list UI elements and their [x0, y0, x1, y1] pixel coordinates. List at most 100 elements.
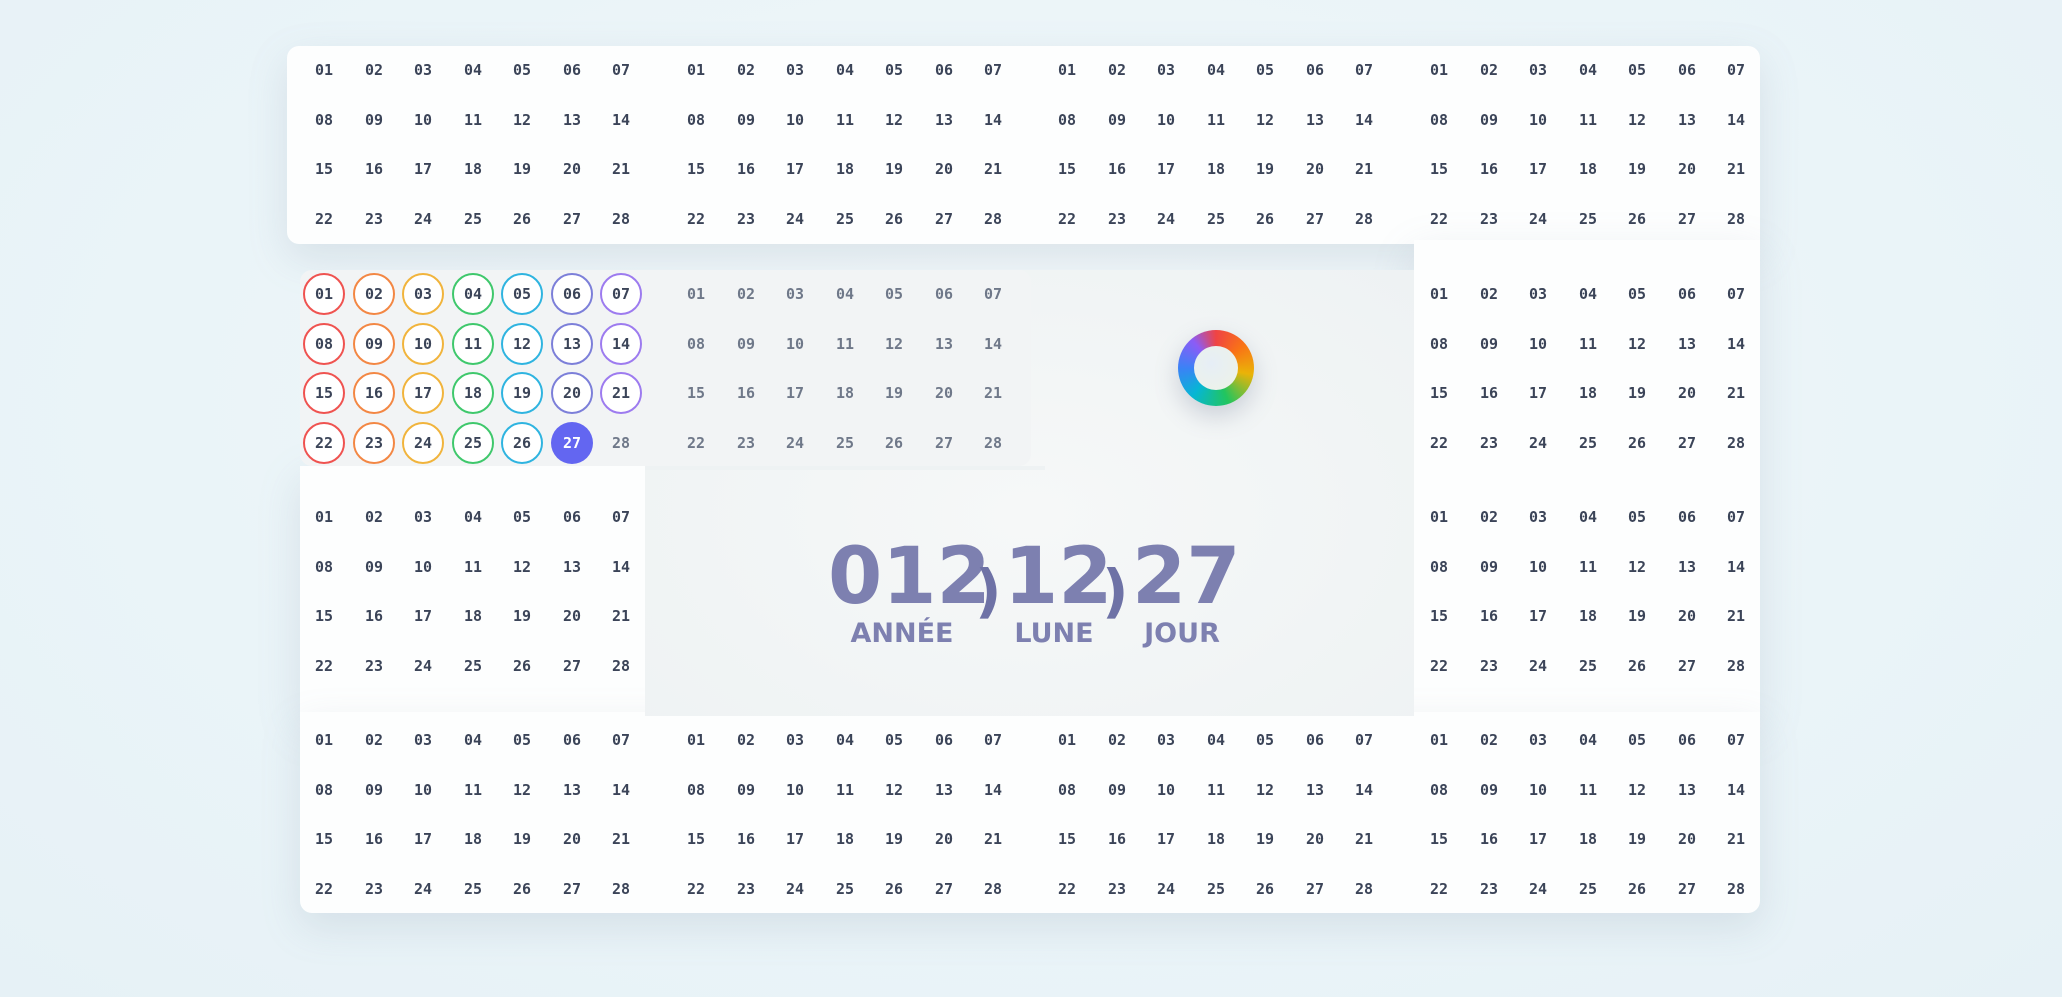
day-cell[interactable]: 08: [303, 323, 345, 365]
day-cell[interactable]: 22: [303, 422, 345, 464]
day-cell[interactable]: 24: [1145, 198, 1187, 240]
day-cell[interactable]: 17: [402, 595, 444, 637]
day-cell[interactable]: 04: [1195, 719, 1237, 761]
day-cell[interactable]: 03: [1517, 496, 1559, 538]
day-cell[interactable]: 11: [452, 99, 494, 141]
day-cell[interactable]: 14: [972, 99, 1014, 141]
day-cell[interactable]: 10: [1517, 546, 1559, 588]
day-cell[interactable]: 13: [1294, 99, 1336, 141]
day-cell[interactable]: 02: [725, 49, 767, 91]
day-cell[interactable]: 23: [1096, 198, 1138, 240]
day-cell[interactable]: 08: [675, 323, 717, 365]
day-cell[interactable]: 26: [501, 645, 543, 687]
day-cell[interactable]: 05: [1616, 273, 1658, 315]
day-cell[interactable]: 25: [1567, 645, 1609, 687]
day-cell[interactable]: 04: [1567, 496, 1609, 538]
day-cell[interactable]: 10: [774, 323, 816, 365]
day-cell[interactable]: 07: [600, 49, 642, 91]
day-cell[interactable]: 04: [452, 719, 494, 761]
day-cell[interactable]: 06: [551, 273, 593, 315]
day-cell[interactable]: 25: [452, 422, 494, 464]
day-cell[interactable]: 02: [1096, 49, 1138, 91]
day-cell[interactable]: 13: [923, 99, 965, 141]
day-cell[interactable]: 25: [1195, 868, 1237, 910]
day-cell[interactable]: 12: [1244, 769, 1286, 811]
day-cell[interactable]: 26: [873, 868, 915, 910]
day-cell[interactable]: 17: [402, 372, 444, 414]
day-cell[interactable]: 10: [402, 323, 444, 365]
day-cell[interactable]: 21: [1715, 818, 1757, 860]
day-cell[interactable]: 01: [1046, 719, 1088, 761]
day-cell[interactable]: 14: [972, 323, 1014, 365]
day-cell[interactable]: 17: [1517, 372, 1559, 414]
day-cell[interactable]: 22: [303, 645, 345, 687]
rainbow-ring-button[interactable]: [1178, 330, 1254, 406]
day-cell[interactable]: 28: [1715, 422, 1757, 464]
day-cell[interactable]: 15: [1046, 148, 1088, 190]
day-cell[interactable]: 02: [725, 719, 767, 761]
day-cell[interactable]: 26: [1244, 868, 1286, 910]
day-cell[interactable]: 03: [402, 719, 444, 761]
day-cell[interactable]: 23: [353, 868, 395, 910]
day-cell[interactable]: 01: [303, 719, 345, 761]
day-cell[interactable]: 05: [501, 49, 543, 91]
day-cell[interactable]: 22: [675, 198, 717, 240]
day-cell[interactable]: 13: [551, 99, 593, 141]
day-cell[interactable]: 27: [551, 198, 593, 240]
day-cell[interactable]: 28: [600, 422, 642, 464]
day-cell[interactable]: 18: [452, 818, 494, 860]
day-cell[interactable]: 22: [1418, 198, 1460, 240]
day-cell[interactable]: 23: [353, 645, 395, 687]
day-cell[interactable]: 06: [551, 719, 593, 761]
day-cell[interactable]: 20: [1294, 148, 1336, 190]
day-cell[interactable]: 04: [1567, 49, 1609, 91]
day-cell[interactable]: 07: [600, 273, 642, 315]
day-cell[interactable]: 02: [1468, 49, 1510, 91]
day-cell[interactable]: 20: [923, 148, 965, 190]
day-cell[interactable]: 01: [1418, 496, 1460, 538]
day-cell[interactable]: 19: [1244, 148, 1286, 190]
day-cell[interactable]: 25: [1567, 198, 1609, 240]
day-cell[interactable]: 11: [452, 546, 494, 588]
day-cell[interactable]: 20: [551, 818, 593, 860]
day-cell[interactable]: 16: [1468, 595, 1510, 637]
day-cell[interactable]: 07: [1343, 49, 1385, 91]
day-cell[interactable]: 26: [1616, 198, 1658, 240]
day-cell[interactable]: 27: [551, 645, 593, 687]
day-cell[interactable]: 24: [1517, 422, 1559, 464]
day-cell[interactable]: 13: [1666, 546, 1708, 588]
day-cell[interactable]: 22: [675, 868, 717, 910]
day-cell[interactable]: 28: [972, 868, 1014, 910]
day-cell[interactable]: 13: [1666, 323, 1708, 365]
day-cell[interactable]: 07: [1343, 719, 1385, 761]
day-cell[interactable]: 08: [1418, 99, 1460, 141]
day-cell[interactable]: 02: [353, 49, 395, 91]
day-cell[interactable]: 16: [1468, 148, 1510, 190]
day-cell[interactable]: 12: [873, 323, 915, 365]
day-cell[interactable]: 20: [1666, 148, 1708, 190]
day-cell[interactable]: 09: [1468, 769, 1510, 811]
day-cell[interactable]: 21: [600, 595, 642, 637]
day-cell[interactable]: 02: [353, 273, 395, 315]
day-cell[interactable]: 15: [675, 148, 717, 190]
day-cell[interactable]: 15: [1418, 595, 1460, 637]
day-cell[interactable]: 27: [923, 198, 965, 240]
day-cell[interactable]: 16: [1468, 372, 1510, 414]
day-cell[interactable]: 22: [1046, 868, 1088, 910]
day-cell[interactable]: 27: [1666, 198, 1708, 240]
day-cell[interactable]: 07: [972, 273, 1014, 315]
day-cell[interactable]: 08: [675, 769, 717, 811]
day-cell[interactable]: 25: [1567, 422, 1609, 464]
day-cell[interactable]: 16: [353, 148, 395, 190]
day-cell[interactable]: 28: [1715, 198, 1757, 240]
day-cell[interactable]: 21: [972, 372, 1014, 414]
day-cell[interactable]: 07: [972, 719, 1014, 761]
day-cell[interactable]: 25: [452, 198, 494, 240]
day-cell[interactable]: 14: [1715, 769, 1757, 811]
day-cell[interactable]: 11: [824, 99, 866, 141]
day-cell[interactable]: 26: [873, 422, 915, 464]
day-cell[interactable]: 23: [1096, 868, 1138, 910]
day-cell[interactable]: 16: [725, 148, 767, 190]
day-cell[interactable]: 03: [402, 273, 444, 315]
day-cell[interactable]: 03: [774, 273, 816, 315]
